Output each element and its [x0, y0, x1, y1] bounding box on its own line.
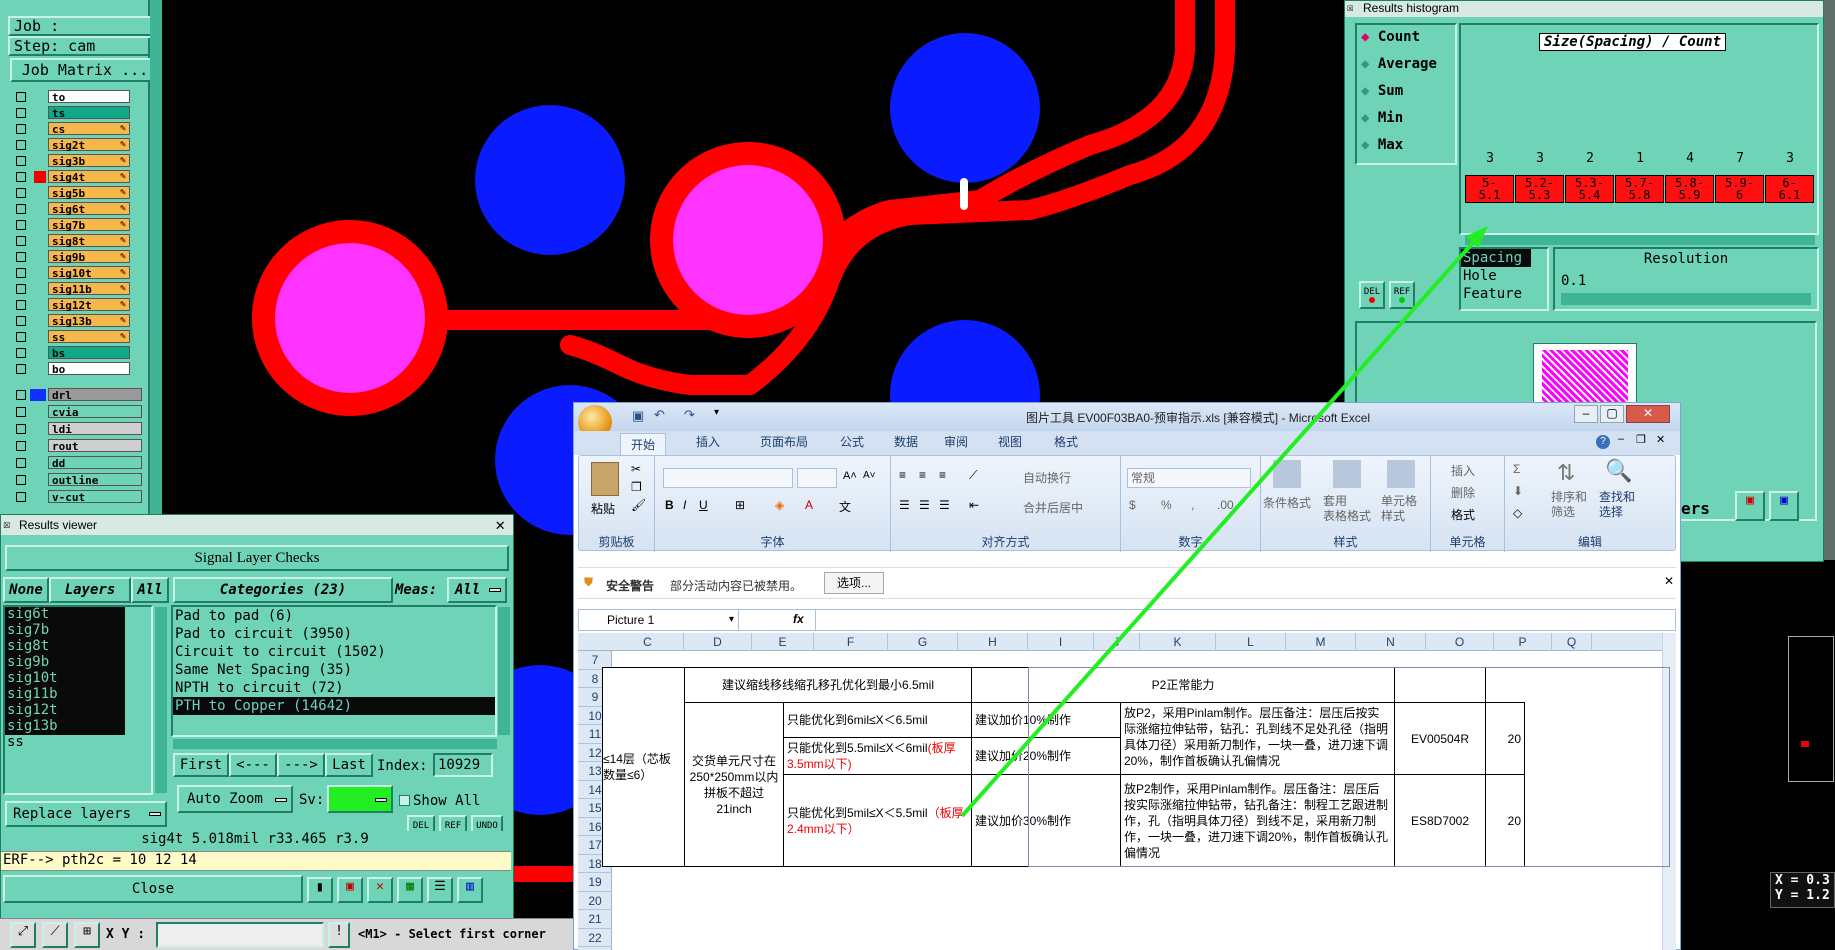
annotation-arrow: [960, 226, 1488, 818]
